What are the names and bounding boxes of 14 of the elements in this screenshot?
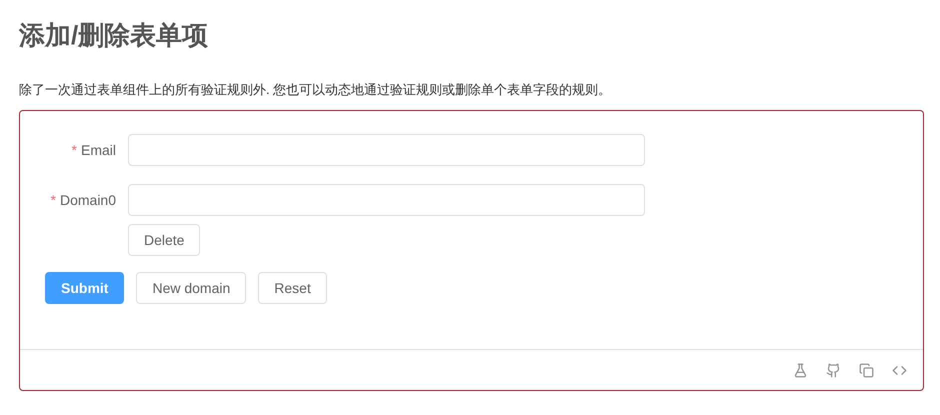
copy-icon[interactable]	[859, 362, 874, 378]
flask-icon[interactable]	[793, 362, 808, 378]
required-asterisk: *	[72, 140, 77, 160]
page-title: 添加/删除表单项	[19, 19, 208, 52]
input-field[interactable]	[128, 184, 645, 216]
input-field[interactable]	[128, 134, 645, 166]
form-button[interactable]: New domain	[136, 272, 246, 304]
delete-button[interactable]: Delete	[128, 224, 200, 256]
form-button[interactable]: Reset	[258, 272, 327, 304]
required-asterisk: *	[50, 190, 56, 210]
field-label: Domain0	[60, 190, 116, 210]
field-label: Email	[80, 140, 116, 160]
description: 除了一次通过表单组件上的所有验证规则外. 您也可以动态地通过验证规则或删除单个表单字段的规则。	[19, 81, 612, 99]
github-icon[interactable]	[826, 362, 841, 378]
